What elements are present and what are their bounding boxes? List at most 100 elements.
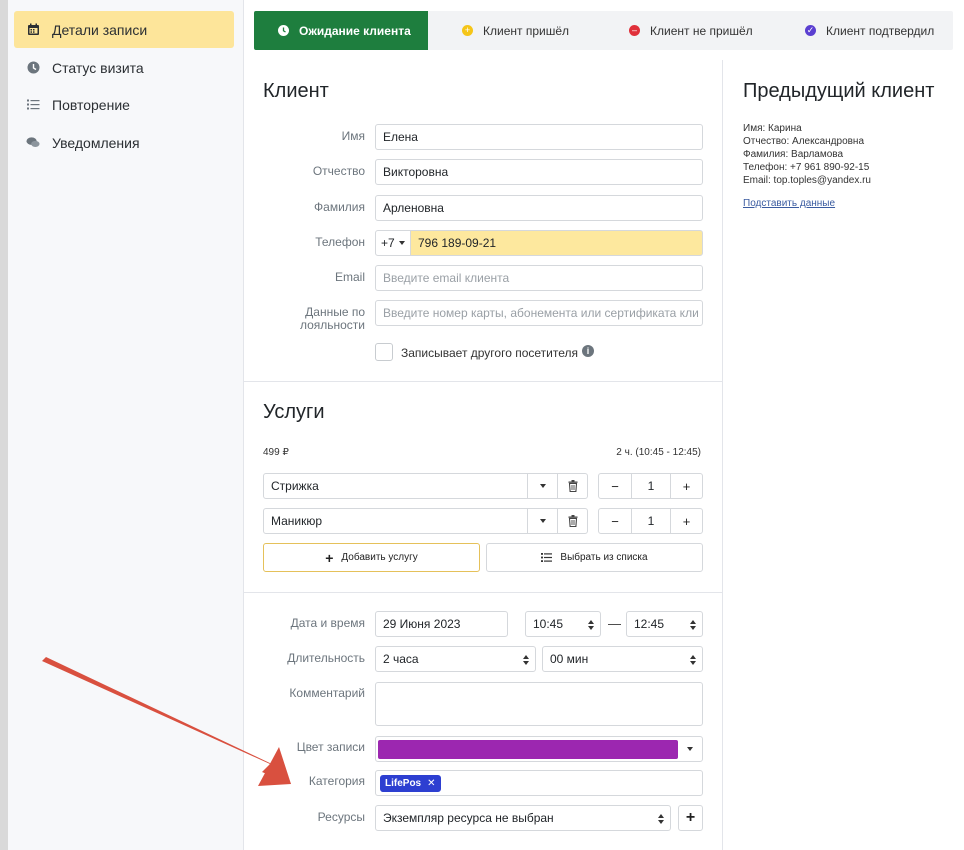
tab-waiting-client[interactable]: Ожидание клиента (254, 11, 428, 50)
color-picker[interactable] (375, 736, 703, 762)
previous-client-line: Отчество: Александровна (743, 136, 865, 147)
last-name-field[interactable]: Арленовна (375, 195, 703, 221)
tab-client-no-show[interactable]: – Клиент не пришёл (629, 11, 753, 50)
trash-icon (568, 480, 577, 492)
loyalty-field[interactable]: Введите номер карты, абонемента или серт… (375, 300, 703, 326)
date-time-label: Дата и время (290, 616, 365, 630)
email-field[interactable]: Введите email клиента (375, 265, 703, 291)
previous-client-line: Имя: Карина (743, 123, 802, 134)
qty-decrement-button[interactable]: − (598, 508, 632, 534)
services-section-title: Услуги (263, 401, 325, 423)
fill-data-link[interactable]: Подставить данные (743, 198, 835, 209)
tab-client-arrived[interactable]: + Клиент пришёл (462, 11, 569, 50)
first-name-label: Имя (341, 129, 365, 143)
category-label: Категория (308, 774, 365, 788)
sidebar: Детали записи Статус визита Повторение У… (8, 0, 244, 850)
resources-label: Ресурсы (317, 810, 365, 824)
category-tag-label: LifePos (385, 777, 422, 789)
previous-client-pane: Предыдущий клиент Имя: Карина Отчество: … (724, 60, 964, 850)
comment-textarea[interactable] (375, 682, 703, 726)
tab-label: Ожидание клиента (299, 23, 411, 38)
sidebar-item-details[interactable]: Детали записи (14, 11, 234, 48)
color-label: Цвет записи (296, 740, 365, 754)
divider (244, 381, 723, 382)
tab-label: Клиент пришёл (483, 23, 570, 38)
other-visitor-checkbox[interactable] (375, 343, 393, 361)
qty-increment-button[interactable]: + (670, 508, 703, 534)
clock-icon (26, 61, 40, 75)
add-service-button[interactable]: + Добавить услугу (263, 543, 480, 572)
caret-down-icon (398, 241, 405, 245)
resources-select[interactable]: Экземпляр ресурса не выбран (375, 805, 671, 831)
other-visitor-label: Записывает другого посетителя (401, 346, 578, 360)
plus-icon: + (325, 549, 334, 566)
qty-increment-button[interactable]: + (670, 473, 703, 499)
previous-client-title: Предыдущий клиент (743, 80, 935, 102)
updown-icon (588, 620, 594, 630)
services-price: 499 ₽ (263, 447, 289, 458)
remove-tag-icon[interactable]: ✕ (427, 778, 435, 789)
color-swatch (378, 739, 678, 759)
service-dropdown-toggle[interactable] (527, 473, 558, 499)
phone-field[interactable]: 796 189-09-21 (410, 230, 703, 256)
updown-icon (523, 655, 529, 665)
choose-from-list-label: Выбрать из списка (560, 552, 648, 563)
sidebar-item-label: Детали записи (52, 21, 148, 38)
previous-client-line: Телефон: +7 961 890-92-15 (743, 162, 870, 173)
sidebar-item-notifications[interactable]: Уведомления (14, 124, 234, 161)
start-time-select[interactable]: 10:45 (525, 611, 601, 637)
tab-label: Клиент не пришёл (650, 23, 753, 38)
client-section-title: Клиент (263, 80, 329, 102)
category-field[interactable]: LifePos ✕ (375, 770, 703, 796)
previous-client-details: Имя: Карина Отчество: Александровна Фами… (743, 122, 871, 187)
trash-icon (568, 515, 577, 527)
first-name-field[interactable]: Елена (375, 124, 703, 150)
duration-minutes-select[interactable]: 00 мин (542, 646, 703, 672)
clock-icon (278, 25, 289, 36)
comment-label: Комментарий (289, 686, 365, 700)
last-name-label: Фамилия (314, 200, 365, 214)
duration-minutes-value: 00 мин (550, 652, 589, 666)
info-icon[interactable]: i (582, 345, 594, 357)
date-field[interactable]: 29 Июня 2023 (375, 611, 508, 637)
time-separator: — (608, 616, 621, 631)
add-resource-button[interactable]: + (678, 805, 703, 831)
plus-circle-icon: + (462, 25, 473, 36)
sidebar-item-label: Уведомления (52, 134, 140, 151)
choose-from-list-button[interactable]: Выбрать из списка (486, 543, 703, 572)
minus-circle-icon: – (629, 25, 640, 36)
previous-client-line: Фамилия: Варламова (743, 149, 844, 160)
phone-label: Телефон (315, 235, 365, 249)
qty-decrement-button[interactable]: − (598, 473, 632, 499)
list-icon (26, 98, 40, 112)
updown-icon (658, 814, 664, 824)
caret-down-icon (539, 484, 546, 488)
qty-field[interactable]: 1 (631, 473, 671, 499)
services-duration: 2 ч. (10:45 - 12:45) (616, 447, 701, 458)
qty-field[interactable]: 1 (631, 508, 671, 534)
updown-icon (690, 620, 696, 630)
calendar-icon (26, 23, 40, 37)
status-tabs: Ожидание клиента + Клиент пришёл – Клиен… (254, 11, 953, 50)
duration-hours-select[interactable]: 2 часа (375, 646, 536, 672)
service-dropdown-toggle[interactable] (527, 508, 558, 534)
sidebar-item-label: Повторение (52, 96, 130, 113)
service-select[interactable]: Стрижка (263, 473, 528, 499)
end-time-select[interactable]: 12:45 (626, 611, 703, 637)
phone-code: +7 (381, 236, 395, 250)
delete-service-button[interactable] (557, 508, 588, 534)
updown-icon (690, 655, 696, 665)
sidebar-item-visit-status[interactable]: Статус визита (14, 49, 234, 86)
phone-code-dropdown[interactable]: +7 (375, 230, 411, 256)
service-select[interactable]: Маникюр (263, 508, 528, 534)
list-icon (541, 553, 553, 562)
chat-icon (26, 136, 40, 150)
email-label: Email (334, 270, 365, 284)
delete-service-button[interactable] (557, 473, 588, 499)
previous-client-line: Email: top.toples@yandex.ru (743, 175, 871, 186)
form-pane: Клиент Имя Елена Отчество Викторовна Фам… (244, 60, 723, 850)
sidebar-item-repeat[interactable]: Повторение (14, 86, 234, 123)
patronymic-field[interactable]: Викторовна (375, 159, 703, 185)
tab-client-confirmed[interactable]: ✓ Клиент подтвердил (805, 11, 934, 50)
caret-down-icon (687, 747, 693, 751)
